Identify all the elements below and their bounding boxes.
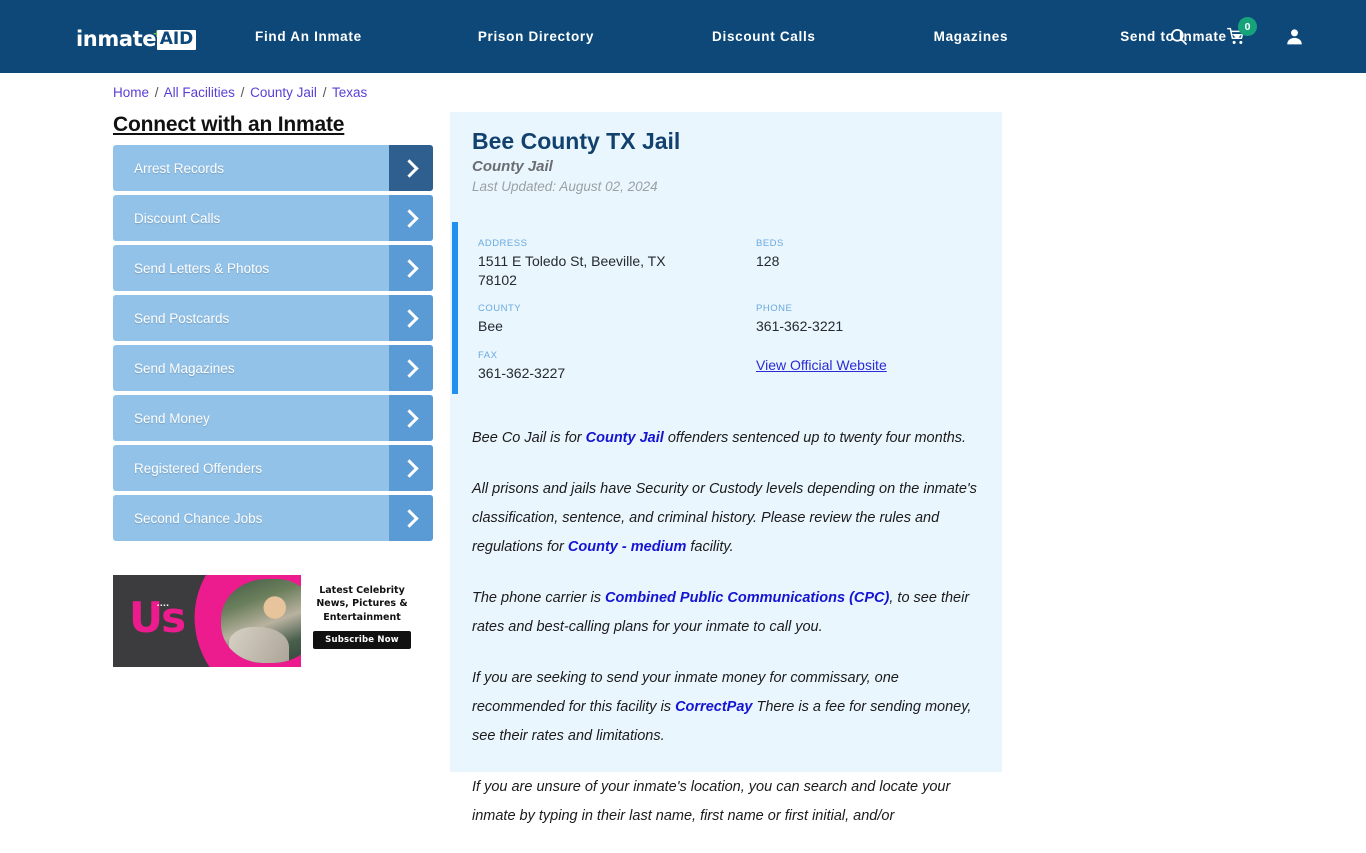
page-title: Bee County TX Jail xyxy=(472,128,681,154)
sidebar-item-arrest-records[interactable]: Arrest Records xyxy=(113,145,433,191)
chevron-right-icon xyxy=(389,345,433,391)
facility-panel: Bee County TX Jail County Jail Last Upda… xyxy=(450,112,1002,824)
cart-icon[interactable]: 0 xyxy=(1226,17,1257,46)
nav-item-magazines[interactable]: Magazines xyxy=(934,29,1009,44)
info-card-accent-bar xyxy=(452,222,458,394)
sidebar-item-label: Send Postcards xyxy=(134,310,230,326)
breadcrumb-item-county-jail[interactable]: County Jail xyxy=(250,85,317,100)
p1-highlight[interactable]: County Jail xyxy=(586,430,664,446)
field-phone: PHONE 361-362-3221 xyxy=(756,303,976,336)
breadcrumb: Home / All Facilities / County Jail / Te… xyxy=(113,85,367,100)
p2-text-c: facility. xyxy=(686,539,734,555)
chevron-right-icon xyxy=(389,395,433,441)
facility-info-card: ADDRESS 1511 E Toledo St, Beeville, TX 7… xyxy=(452,222,1000,394)
field-phone-value: 361-362-3221 xyxy=(756,318,844,334)
paragraph-5: If you are unsure of your inmate's locat… xyxy=(472,773,984,831)
site-logo[interactable]: inmate + AID xyxy=(76,24,197,51)
chevron-right-icon xyxy=(389,145,433,191)
p5-text-a: If you are unsure of your inmate's locat… xyxy=(472,779,951,824)
advertisement-banner[interactable]: Us ▪▪▪▪ Latest Celebrity News, Pictures … xyxy=(113,575,423,667)
field-fax-value: 361-362-3227 xyxy=(478,365,566,381)
last-updated-text: Last Updated: August 02, 2024 xyxy=(472,179,658,194)
p2-highlight[interactable]: County - medium xyxy=(568,539,686,555)
top-navigation-bar: inmate + AID Find An Inmate Prison Direc… xyxy=(0,0,1366,73)
field-fax-label: FAX xyxy=(478,350,498,361)
field-address-label: ADDRESS xyxy=(478,238,528,249)
sidebar-title: Connect with an Inmate xyxy=(113,113,345,136)
field-address-value: 1511 E Toledo St, Beeville, TX 78102 xyxy=(478,253,666,288)
ad-brand-dots: ▪▪▪▪ xyxy=(157,603,170,609)
nav-icon-group: 0 xyxy=(1169,0,1304,73)
field-beds: BEDS 128 xyxy=(756,238,976,271)
sidebar-item-label: Send Letters & Photos xyxy=(134,260,270,276)
breadcrumb-item-texas[interactable]: Texas xyxy=(332,85,367,100)
sidebar-item-send-letters-photos[interactable]: Send Letters & Photos xyxy=(113,245,433,291)
field-beds-label: BEDS xyxy=(756,238,784,249)
field-beds-value: 128 xyxy=(756,253,780,269)
ad-subscribe-button[interactable]: Subscribe Now xyxy=(313,631,411,650)
facility-type: County Jail xyxy=(472,158,553,175)
paragraph-1: Bee Co Jail is for County Jail offenders… xyxy=(472,424,984,453)
logo-aid: AID xyxy=(156,30,197,50)
p3-text-a: The phone carrier is xyxy=(472,590,605,606)
field-county: COUNTY Bee xyxy=(478,303,708,336)
sidebar-item-second-chance-jobs[interactable]: Second Chance Jobs xyxy=(113,495,433,541)
sidebar-item-label: Arrest Records xyxy=(134,160,225,176)
ad-headline: Latest Celebrity News, Pictures & Entert… xyxy=(316,585,408,623)
p1-text-a: Bee Co Jail is for xyxy=(472,430,586,446)
logo-word: inmate xyxy=(76,27,157,51)
sidebar-item-label: Send Money xyxy=(134,410,210,426)
sidebar-item-label: Second Chance Jobs xyxy=(134,510,263,526)
sidebar-item-send-postcards[interactable]: Send Postcards xyxy=(113,295,433,341)
nav-item-find-an-inmate[interactable]: Find An Inmate xyxy=(255,29,362,44)
chevron-right-icon xyxy=(389,245,433,291)
breadcrumb-item-home[interactable]: Home xyxy=(113,85,149,100)
nav-item-prison-directory[interactable]: Prison Directory xyxy=(478,29,594,44)
facility-description: Bee Co Jail is for County Jail offenders… xyxy=(472,424,984,853)
sidebar-item-label: Registered Offenders xyxy=(134,460,263,476)
main-nav-links: Find An Inmate Prison Directory Discount… xyxy=(255,0,1242,73)
field-county-value: Bee xyxy=(478,318,503,334)
p1-text-c: offenders sentenced up to twenty four mo… xyxy=(663,430,967,446)
sidebar-item-label: Send Magazines xyxy=(134,360,235,376)
breadcrumb-item-all-facilities[interactable]: All Facilities xyxy=(164,85,235,100)
ad-copy-area: Latest Celebrity News, Pictures & Entert… xyxy=(301,575,423,667)
chevron-right-icon xyxy=(389,195,433,241)
field-county-label: COUNTY xyxy=(478,303,522,314)
field-phone-label: PHONE xyxy=(756,303,793,314)
sidebar-item-registered-offenders[interactable]: Registered Offenders xyxy=(113,445,433,491)
paragraph-4: If you are seeking to send your inmate m… xyxy=(472,664,984,751)
chevron-right-icon xyxy=(389,495,433,541)
search-icon[interactable] xyxy=(1169,27,1188,46)
sidebar-item-send-magazines[interactable]: Send Magazines xyxy=(113,345,433,391)
breadcrumb-separator: / xyxy=(240,85,245,100)
paragraph-3: The phone carrier is Combined Public Com… xyxy=(472,584,984,642)
field-fax: FAX 361-362-3227 xyxy=(478,350,708,383)
user-icon[interactable] xyxy=(1285,27,1304,46)
breadcrumb-separator: / xyxy=(322,85,327,100)
sidebar-menu: Arrest Records Discount Calls Send Lette… xyxy=(113,145,433,545)
view-official-website-link[interactable]: View Official Website xyxy=(756,357,887,373)
chevron-right-icon xyxy=(389,445,433,491)
ad-artwork: Us ▪▪▪▪ xyxy=(113,575,301,667)
breadcrumb-separator: / xyxy=(154,85,159,100)
chevron-right-icon xyxy=(389,295,433,341)
paragraph-2: All prisons and jails have Security or C… xyxy=(472,475,984,562)
p4-highlight[interactable]: CorrectPay xyxy=(675,699,752,715)
ad-photo xyxy=(221,579,301,663)
sidebar-item-discount-calls[interactable]: Discount Calls xyxy=(113,195,433,241)
nav-item-discount-calls[interactable]: Discount Calls xyxy=(712,29,816,44)
sidebar-item-send-money[interactable]: Send Money xyxy=(113,395,433,441)
field-address: ADDRESS 1511 E Toledo St, Beeville, TX 7… xyxy=(478,238,708,290)
sidebar-item-label: Discount Calls xyxy=(134,210,221,226)
field-website: View Official Website xyxy=(756,356,986,375)
cart-count-badge: 0 xyxy=(1238,17,1257,36)
p3-highlight[interactable]: Combined Public Communications (CPC) xyxy=(605,590,889,606)
